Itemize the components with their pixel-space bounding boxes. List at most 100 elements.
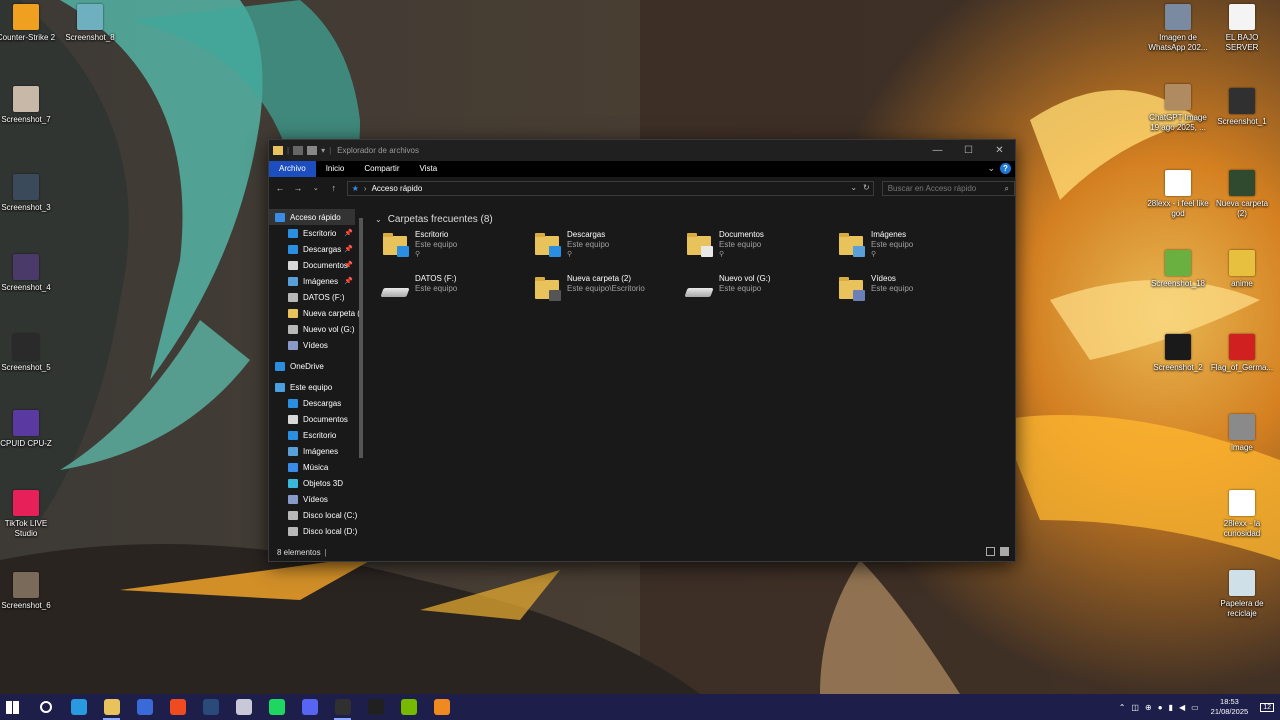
desktop-icon-28lexx-la-curiosidad[interactable]: 28lexx - la curiosidad <box>1210 490 1274 539</box>
nav-item[interactable]: Vídeos <box>269 491 355 507</box>
nav-item[interactable]: Imágenes <box>269 443 355 459</box>
desktop-icon-nueva-carpeta-2[interactable]: Nueva carpeta (2) <box>1210 170 1274 219</box>
nav-item[interactable]: Disco local (C:) <box>269 507 357 523</box>
desktop-icon-flag-of-germany[interactable]: Flag_of_Germa... <box>1210 334 1274 373</box>
nav-item[interactable]: Imágenes 📌 <box>269 273 355 289</box>
chevron-up-icon[interactable]: ⌃ <box>1119 703 1126 712</box>
desktop-icon-counter-strike-2[interactable]: Counter-Strike 2 <box>0 4 58 43</box>
breadcrumb[interactable]: Acceso rápido <box>372 184 423 193</box>
folder-tile[interactable]: DATOS (F:) Este equipo <box>380 274 533 306</box>
desktop-icon-image[interactable]: image <box>1210 414 1274 453</box>
frequent-folders-group[interactable]: ⌄ Carpetas frecuentes (8) <box>375 211 1015 227</box>
tab-vista[interactable]: Vista <box>410 161 448 177</box>
desktop-icon-cpuid-cpu-z[interactable]: CPUID CPU-Z <box>0 410 58 449</box>
brave-taskbar-button[interactable] <box>161 694 194 720</box>
maximize-button[interactable]: ☐ <box>953 145 984 156</box>
file-explorer-taskbar-button[interactable] <box>95 694 128 720</box>
folder-tile[interactable]: Documentos Este equipo ⚲ <box>685 230 837 262</box>
up-arrow-icon[interactable]: ↑ <box>329 183 339 193</box>
desktop-icon-recycle-bin[interactable]: Papelera de reciclaje <box>1210 570 1274 619</box>
tab-inicio[interactable]: Inicio <box>316 161 355 177</box>
recent-locations-icon[interactable]: ⌄ <box>311 184 321 192</box>
desktop-icon-screenshot-8[interactable]: Screenshot_8 <box>58 4 122 43</box>
microphone-icon[interactable]: ● <box>1158 703 1163 712</box>
desktop-icon-screenshot-7[interactable]: Screenshot_7 <box>0 86 58 125</box>
nav-item[interactable]: OneDrive <box>269 358 355 374</box>
nav-item[interactable]: Documentos <box>269 411 355 427</box>
spotify-taskbar-button[interactable] <box>260 694 293 720</box>
details-view-icon[interactable] <box>986 547 995 556</box>
desktop-icon-28lexx-i-feel-like-god[interactable]: 28lexx - i feel like god <box>1146 170 1210 219</box>
folder-tile[interactable]: Vídeos Este equipo <box>837 274 989 306</box>
folder-tile[interactable]: Escritorio Este equipo ⚲ <box>381 230 533 262</box>
tab-archivo[interactable]: Archivo <box>269 161 316 177</box>
folder-tile[interactable]: Nuevo vol (G:) Este equipo <box>684 274 837 306</box>
address-dropdown-icon[interactable]: ⌄ <box>850 183 857 192</box>
nav-item[interactable]: Nuevo vol (G:) <box>269 321 355 337</box>
language-icon[interactable]: ▭ <box>1191 703 1199 712</box>
address-bar[interactable]: ★ › Acceso rápido ⌄ ↻ <box>346 180 874 196</box>
nav-item[interactable]: Objetos 3D <box>269 475 355 491</box>
minimize-button[interactable]: — <box>922 145 953 156</box>
desktop-icon-screenshot-1[interactable]: Screenshot_1 <box>1210 88 1274 127</box>
windows-start-taskbar-button[interactable] <box>0 694 29 720</box>
nav-item[interactable]: Documentos 📌 <box>269 257 355 273</box>
forward-arrow-icon[interactable]: → <box>293 183 303 193</box>
refresh-icon[interactable]: ↻ <box>863 183 870 192</box>
network-icon[interactable]: ⊕ <box>1145 703 1152 712</box>
tab-compartir[interactable]: Compartir <box>354 161 409 177</box>
desktop-icon-el-bajo-server[interactable]: EL BAJO SERVER <box>1210 4 1274 53</box>
nav-item[interactable]: Descargas 📌 <box>269 241 355 257</box>
nav-item[interactable]: Este equipo <box>269 379 355 395</box>
app-tray-icon[interactable]: ◫ <box>1131 703 1139 712</box>
edge-taskbar-button[interactable] <box>62 694 95 720</box>
discord-taskbar-button[interactable] <box>293 694 326 720</box>
notifications-icon[interactable]: 12 <box>1260 702 1274 712</box>
desktop-icon-screenshot-4[interactable]: Screenshot_4 <box>0 254 58 293</box>
help-button[interactable]: ? <box>1000 163 1011 174</box>
nav-item[interactable]: Vídeos <box>269 337 355 353</box>
nav-item[interactable]: Nueva carpeta (2 <box>269 305 363 321</box>
nav-item[interactable]: Acceso rápido <box>269 209 355 225</box>
desktop-icon-tiktok-live-studio[interactable]: TikTok LIVE Studio <box>0 490 58 539</box>
nav-item[interactable]: Música <box>269 459 355 475</box>
obs-taskbar-button[interactable] <box>326 694 359 720</box>
nav-item[interactable]: DATOS (F:) <box>269 289 355 305</box>
app2-taskbar-button[interactable] <box>425 694 458 720</box>
nav-item[interactable]: Descargas <box>269 395 355 411</box>
title-bar[interactable]: | ▾ | Explorador de archivos — ☐ ✕ <box>269 140 1015 161</box>
epic-games-taskbar-button[interactable] <box>359 694 392 720</box>
nvidia-taskbar-button[interactable] <box>392 694 425 720</box>
folder-tile[interactable]: Imágenes Este equipo ⚲ <box>837 230 989 262</box>
volume-icon[interactable]: ◀ <box>1179 703 1185 712</box>
chevron-down-icon[interactable]: ⌄ <box>375 215 382 224</box>
desktop-icon-anime[interactable]: anime <box>1210 250 1274 289</box>
nav-item[interactable]: Escritorio 📌 <box>269 225 355 241</box>
properties-icon[interactable] <box>293 146 304 155</box>
store-taskbar-button[interactable] <box>128 694 161 720</box>
desktop-icon-chatgpt-image[interactable]: ChatGPT Image 19 ago 2025, ... <box>1146 84 1210 133</box>
back-arrow-icon[interactable]: ← <box>275 183 285 193</box>
steam-taskbar-button[interactable] <box>194 694 227 720</box>
desktop-icon-screenshot-6[interactable]: Screenshot_6 <box>0 572 58 611</box>
search-taskbar-button[interactable] <box>29 694 62 720</box>
desktop-icon-screenshot-5[interactable]: Screenshot_5 <box>0 334 58 373</box>
large-icons-view-icon[interactable] <box>1000 547 1009 556</box>
desktop-icon-screenshot-3[interactable]: Screenshot_3 <box>0 174 58 213</box>
desktop-icon-screenshot-18[interactable]: Screenshot_18 <box>1146 250 1210 289</box>
search-input[interactable]: Buscar en Acceso rápido ⌕ <box>881 180 1015 196</box>
clock[interactable]: 18:53 21/08/2025 <box>1211 697 1249 717</box>
nav-item[interactable]: Escritorio <box>269 427 355 443</box>
desktop-icon-whatsapp-image[interactable]: Imagen de WhatsApp 202... <box>1146 4 1210 53</box>
nav-item[interactable]: Disco local (D:) <box>269 523 357 539</box>
new-folder-icon[interactable] <box>307 146 318 155</box>
close-button[interactable]: ✕ <box>984 145 1015 156</box>
chevron-down-icon[interactable]: ▾ <box>321 146 325 155</box>
battery-icon[interactable]: ▮ <box>1169 703 1173 712</box>
desktop-icon-screenshot-2[interactable]: Screenshot_2 <box>1146 334 1210 373</box>
folder-tile[interactable]: Descargas Este equipo ⚲ <box>533 230 685 262</box>
expand-ribbon-icon[interactable]: ⌄ <box>987 163 995 174</box>
music-icon <box>288 462 298 472</box>
app-taskbar-button[interactable] <box>227 694 260 720</box>
folder-tile[interactable]: Nueva carpeta (2) Este equipo\Escritorio <box>533 274 685 306</box>
